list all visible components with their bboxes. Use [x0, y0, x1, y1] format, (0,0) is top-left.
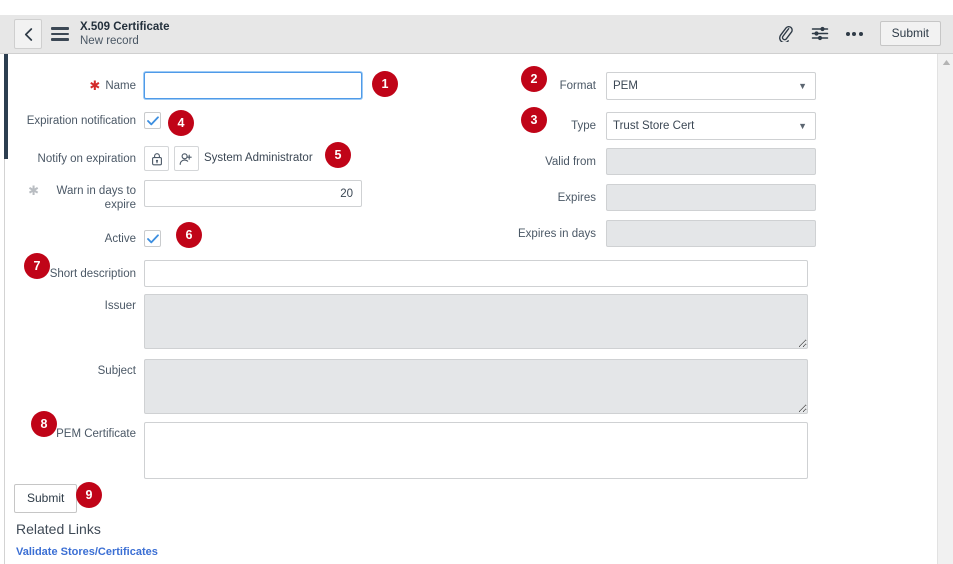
label-issuer: Issuer [104, 300, 136, 312]
expires-in-days-input[interactable] [606, 220, 816, 247]
issuer-textarea[interactable] [144, 294, 808, 349]
header-left-group: X.509 Certificate New record [14, 19, 170, 49]
field-row-subject: Subject [8, 359, 808, 414]
active-checkbox[interactable] [144, 230, 161, 247]
checkmark-icon [146, 115, 159, 125]
lock-icon-button[interactable] [144, 146, 169, 171]
vertical-scrollbar[interactable] [937, 54, 953, 564]
pem-certificate-textarea[interactable] [144, 422, 808, 479]
label-notify-on-expiration: Notify on expiration [37, 152, 136, 165]
format-select[interactable]: PEM [606, 72, 816, 100]
notify-on-expiration-value[interactable]: System Administrator [204, 146, 313, 171]
field-row-expires-in-days: Expires in days [476, 220, 816, 247]
field-row-warn-days: ✱ Warn in days to expire [8, 180, 408, 212]
short-description-input[interactable] [144, 260, 808, 287]
paperclip-icon[interactable] [777, 25, 794, 42]
label-subject: Subject [97, 365, 136, 377]
x509-certificate-form-page: X.509 Certificate New record Submit ✱ Na… [0, 0, 953, 564]
label-pem-certificate: PEM Certificate [56, 428, 136, 440]
record-header-bar: X.509 Certificate New record Submit [0, 15, 953, 54]
badge-marker-8: 8 [31, 411, 57, 437]
chevron-left-icon [24, 27, 33, 41]
badge-marker-7: 7 [24, 253, 50, 279]
field-row-name: ✱ Name [8, 72, 408, 99]
label-type: Type [571, 120, 596, 132]
subject-textarea[interactable] [144, 359, 808, 414]
record-title-block: X.509 Certificate New record [80, 20, 170, 49]
badge-marker-3: 3 [521, 107, 547, 133]
add-user-icon [179, 152, 192, 165]
header-actions-group: Submit [777, 21, 941, 46]
record-status-subtitle: New record [80, 35, 139, 47]
type-select[interactable]: Trust Store Cert [606, 112, 816, 140]
name-input[interactable] [144, 72, 362, 99]
badge-marker-5: 5 [325, 142, 351, 168]
required-asterisk-name: ✱ [89, 78, 101, 93]
label-expiration-notification: Expiration notification [26, 115, 136, 127]
label-expires-in-days: Expires in days [518, 227, 596, 240]
label-format: Format [559, 80, 596, 92]
label-warn-days: Warn in days to expire [56, 185, 136, 211]
form-body: ✱ Name Expiration notification Notify on… [8, 54, 936, 564]
lock-icon [151, 152, 162, 165]
field-row-valid-from: Valid from [476, 148, 816, 175]
warn-days-input[interactable] [144, 180, 362, 207]
field-row-expiration-notification: Expiration notification [8, 112, 408, 130]
submit-button-footer[interactable]: Submit [14, 484, 78, 513]
badge-marker-6: 6 [176, 222, 202, 248]
field-row-expires: Expires [476, 184, 816, 211]
field-row-issuer: Issuer [8, 294, 808, 349]
sliders-icon[interactable] [811, 25, 829, 42]
label-name: Name [105, 79, 136, 92]
label-active: Active [104, 233, 136, 245]
expiration-notification-checkbox[interactable] [144, 112, 161, 129]
related-link-validate-stores-certificates[interactable]: Validate Stores/Certificates [16, 546, 158, 558]
field-row-short-description: Short description [8, 260, 808, 287]
back-button[interactable] [14, 19, 42, 49]
page-title: X.509 Certificate [80, 20, 170, 33]
hamburger-menu-icon[interactable] [51, 25, 69, 43]
checkmark-icon [146, 233, 159, 243]
field-row-pem-certificate: PEM Certificate [8, 422, 808, 479]
add-user-icon-button[interactable] [174, 146, 199, 171]
expires-input[interactable] [606, 184, 816, 211]
label-short-description: Short description [49, 267, 136, 280]
required-asterisk-warn-days: ✱ [28, 183, 39, 198]
scroll-up-arrow-icon[interactable] [938, 54, 953, 70]
related-links-heading: Related Links [16, 521, 101, 537]
more-options-icon[interactable] [845, 31, 863, 36]
badge-marker-4: 4 [168, 110, 194, 136]
submit-button-header[interactable]: Submit [879, 21, 941, 46]
label-expires: Expires [557, 191, 596, 204]
top-strip [0, 0, 953, 15]
valid-from-input[interactable] [606, 148, 816, 175]
badge-marker-2: 2 [521, 66, 547, 92]
label-valid-from: Valid from [545, 155, 596, 168]
badge-marker-1: 1 [372, 71, 398, 97]
badge-marker-9: 9 [76, 482, 102, 508]
field-row-active: Active [8, 230, 408, 248]
left-divider-line [4, 159, 5, 564]
